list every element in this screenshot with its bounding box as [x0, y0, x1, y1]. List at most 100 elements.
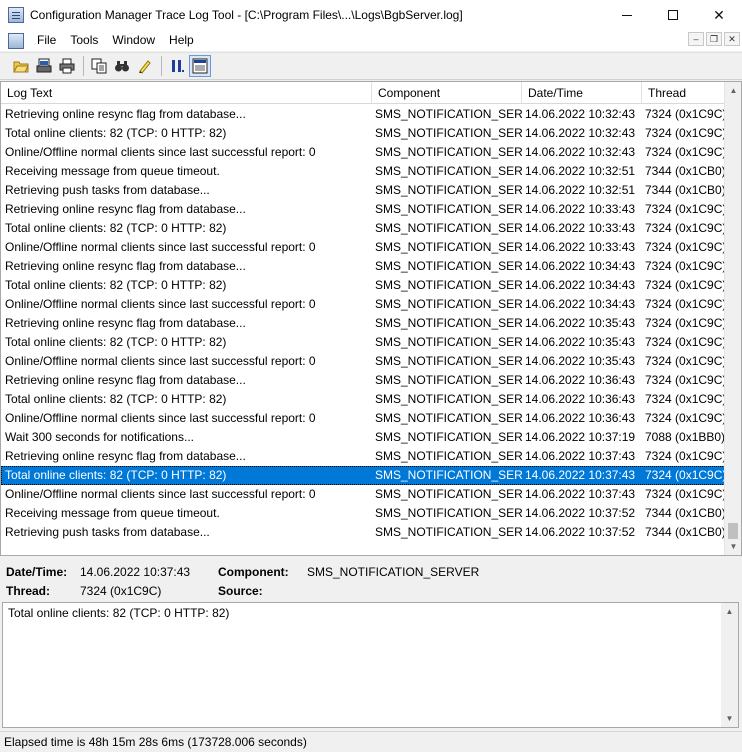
log-text-cell: Online/Offline normal clients since last…	[5, 354, 316, 368]
minimize-button[interactable]	[604, 0, 650, 30]
table-row[interactable]: Online/Offline normal clients since last…	[1, 143, 725, 162]
print-preview-icon[interactable]	[33, 55, 55, 77]
column-header-datetime[interactable]: Date/Time	[522, 82, 642, 104]
message-text: Total online clients: 82 (TCP: 0 HTTP: 8…	[8, 606, 230, 620]
datetime-cell: 14.06.2022 10:36:43	[525, 411, 636, 425]
scroll-down-icon[interactable]: ▼	[721, 710, 738, 727]
table-row[interactable]: Retrieving online resync flag from datab…	[1, 314, 725, 333]
log-text-cell: Online/Offline normal clients since last…	[5, 240, 316, 254]
highlight-icon[interactable]	[134, 55, 156, 77]
column-header-thread[interactable]: Thread	[642, 82, 725, 104]
datetime-cell: 14.06.2022 10:37:52	[525, 525, 636, 539]
table-row[interactable]: Receiving message from queue timeout. SMS…	[1, 162, 725, 181]
thread-cell: 7324 (0x1C9C)	[645, 278, 725, 292]
document-icon[interactable]	[8, 32, 24, 49]
component-cell: SMS_NOTIFICATION_SERVE	[375, 316, 522, 330]
component-cell: SMS_NOTIFICATION_SERVE	[375, 126, 522, 140]
pause-icon[interactable]	[166, 55, 188, 77]
table-row[interactable]: Total online clients: 82 (TCP: 0 HTTP: 8…	[1, 276, 725, 295]
mdi-restore-button[interactable]: ❐	[706, 32, 722, 46]
table-row[interactable]: Receiving message from queue timeout. SMS…	[1, 504, 725, 523]
detail-scrollbar[interactable]: ▲ ▼	[721, 603, 738, 727]
table-row[interactable]: Total online clients: 82 (TCP: 0 HTTP: 8…	[1, 390, 725, 409]
table-row[interactable]: Online/Offline normal clients since last…	[1, 409, 725, 428]
menu-tools[interactable]: Tools	[63, 30, 105, 51]
scroll-up-icon[interactable]: ▲	[725, 82, 741, 99]
thread-cell: 7344 (0x1CB0)	[645, 525, 725, 539]
datetime-cell: 14.06.2022 10:34:43	[525, 297, 636, 311]
message-detail-box[interactable]: Total online clients: 82 (TCP: 0 HTTP: 8…	[2, 602, 739, 728]
thread-cell: 7324 (0x1C9C)	[645, 202, 725, 216]
table-row[interactable]: Retrieving online resync flag from datab…	[1, 371, 725, 390]
log-grid[interactable]: Log Text Component Date/Time Thread Retr…	[0, 81, 742, 556]
component-cell: SMS_NOTIFICATION_SERVE	[375, 525, 522, 539]
scroll-down-icon[interactable]: ▼	[725, 538, 741, 555]
table-row[interactable]: Total online clients: 82 (TCP: 0 HTTP: 8…	[1, 124, 725, 143]
thread-cell: 7324 (0x1C9C)	[645, 468, 725, 482]
component-cell: SMS_NOTIFICATION_SERVE	[375, 221, 522, 235]
datetime-cell: 14.06.2022 10:36:43	[525, 392, 636, 406]
table-row[interactable]: Online/Offline normal clients since last…	[1, 238, 725, 257]
component-cell: SMS_NOTIFICATION_SERVE	[375, 183, 522, 197]
log-text-cell: Retrieving online resync flag from datab…	[5, 316, 246, 330]
component-cell: SMS_NOTIFICATION_SERVE	[375, 164, 522, 178]
datetime-cell: 14.06.2022 10:37:43	[525, 449, 636, 463]
thread-cell: 7324 (0x1C9C)	[645, 240, 725, 254]
mdi-controls: – ❐ ✕	[688, 32, 740, 46]
thread-cell: 7324 (0x1C9C)	[645, 487, 725, 501]
thread-cell: 7344 (0x1CB0)	[645, 506, 725, 520]
log-text-cell: Total online clients: 82 (TCP: 0 HTTP: 8…	[5, 278, 227, 292]
menu-file[interactable]: File	[30, 30, 63, 51]
column-header-log-text[interactable]: Log Text	[1, 82, 372, 104]
copy-icon[interactable]	[88, 55, 110, 77]
grid-header: Log Text Component Date/Time Thread	[1, 82, 725, 104]
datetime-cell: 14.06.2022 10:33:43	[525, 221, 636, 235]
datetime-cell: 14.06.2022 10:32:43	[525, 145, 636, 159]
component-cell: SMS_NOTIFICATION_SERVE	[375, 373, 522, 387]
thread-cell: 7324 (0x1C9C)	[645, 297, 725, 311]
table-row[interactable]: Online/Offline normal clients since last…	[1, 295, 725, 314]
table-row[interactable]: Online/Offline normal clients since last…	[1, 352, 725, 371]
log-text-cell: Retrieving online resync flag from datab…	[5, 107, 246, 121]
title-bar: Configuration Manager Trace Log Tool - […	[0, 0, 742, 30]
menu-bar: File Tools Window Help – ❐ ✕	[0, 30, 742, 51]
table-row[interactable]: Retrieving online resync flag from datab…	[1, 105, 725, 124]
close-button[interactable]: ✕	[696, 0, 742, 30]
log-text-cell: Online/Offline normal clients since last…	[5, 297, 316, 311]
thread-cell: 7324 (0x1C9C)	[645, 145, 725, 159]
mdi-close-button[interactable]: ✕	[724, 32, 740, 46]
table-row[interactable]: Online/Offline normal clients since last…	[1, 485, 725, 504]
details-pane-icon[interactable]	[189, 55, 211, 77]
table-row[interactable]: Retrieving push tasks from database... SM…	[1, 181, 725, 200]
menu-window[interactable]: Window	[105, 30, 162, 51]
component-cell: SMS_NOTIFICATION_SERVE	[375, 430, 522, 444]
table-row[interactable]: Wait 300 seconds for notifications... SMS…	[1, 428, 725, 447]
table-row[interactable]: Retrieving online resync flag from datab…	[1, 447, 725, 466]
print-icon[interactable]	[56, 55, 78, 77]
thread-cell: 7324 (0x1C9C)	[645, 316, 725, 330]
component-label: Component:	[218, 565, 289, 579]
table-row[interactable]: Total online clients: 82 (TCP: 0 HTTP: 8…	[1, 333, 725, 352]
component-cell: SMS_NOTIFICATION_SERVE	[375, 202, 522, 216]
scroll-up-icon[interactable]: ▲	[721, 603, 738, 620]
table-row[interactable]: Retrieving online resync flag from datab…	[1, 200, 725, 219]
datetime-cell: 14.06.2022 10:32:43	[525, 107, 636, 121]
maximize-button[interactable]	[650, 0, 696, 30]
table-row[interactable]: Retrieving online resync flag from datab…	[1, 257, 725, 276]
mdi-minimize-button[interactable]: –	[688, 32, 704, 46]
window-title: Configuration Manager Trace Log Tool - […	[30, 8, 463, 22]
scroll-thumb[interactable]	[728, 523, 738, 539]
menu-help[interactable]: Help	[162, 30, 201, 51]
log-scrollbar[interactable]: ▲ ▼	[724, 82, 741, 555]
table-row[interactable]: Total online clients: 82 (TCP: 0 HTTP: 8…	[1, 466, 725, 485]
table-row[interactable]: Total online clients: 82 (TCP: 0 HTTP: 8…	[1, 219, 725, 238]
datetime-cell: 14.06.2022 10:37:43	[525, 487, 636, 501]
open-folder-icon[interactable]	[10, 55, 32, 77]
find-icon[interactable]	[111, 55, 133, 77]
datetime-cell: 14.06.2022 10:33:43	[525, 240, 636, 254]
table-row[interactable]: Retrieving push tasks from database... SM…	[1, 523, 725, 542]
column-header-component[interactable]: Component	[372, 82, 522, 104]
thread-cell: 7324 (0x1C9C)	[645, 126, 725, 140]
thread-cell: 7324 (0x1C9C)	[645, 354, 725, 368]
log-text-cell: Online/Offline normal clients since last…	[5, 411, 316, 425]
